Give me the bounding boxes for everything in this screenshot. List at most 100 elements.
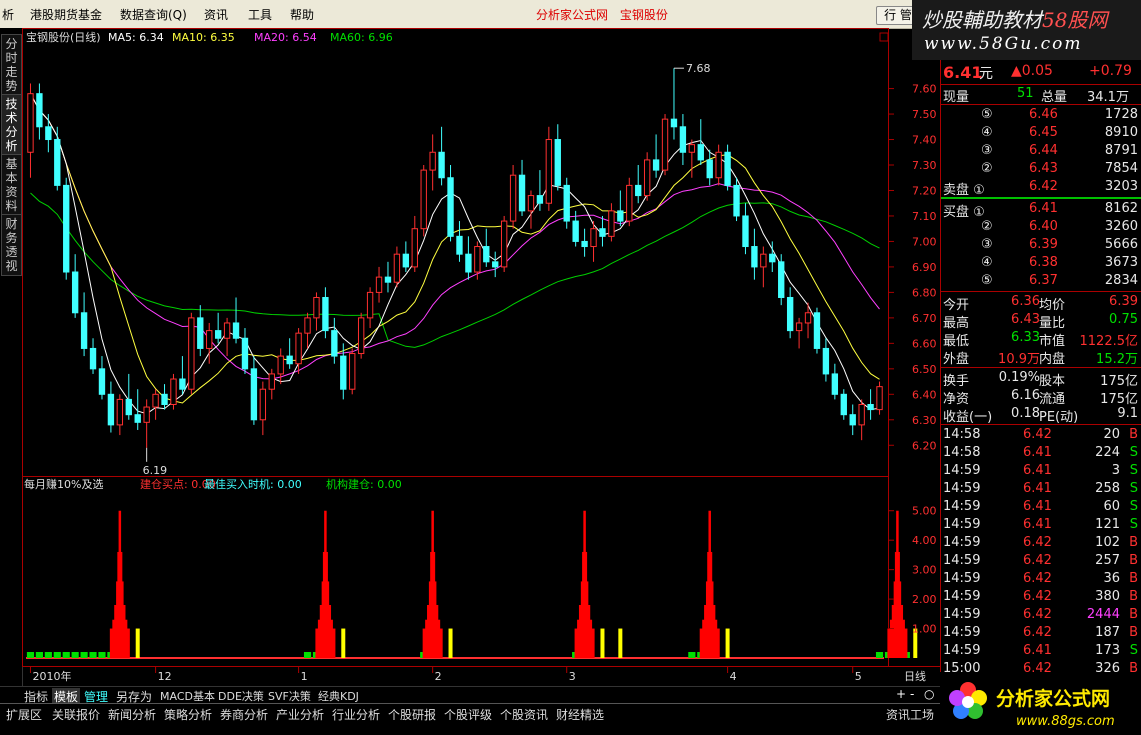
tick-row: 14:59 6.41 60 S xyxy=(941,498,1141,516)
zoom-in-button[interactable]: + xyxy=(896,687,906,701)
menu-item-hk-futures[interactable]: 港股期货基金 xyxy=(30,6,102,23)
menu-item-tools[interactable]: 工具 xyxy=(248,6,272,23)
bid-volume: 8162 xyxy=(1104,201,1138,216)
candle-body xyxy=(161,393,168,405)
tab-intraday[interactable]: 分时走势 xyxy=(1,34,22,96)
candle-body xyxy=(751,246,758,268)
tick-row: 14:59 6.42 36 B xyxy=(941,570,1141,588)
candle-body xyxy=(197,317,204,349)
tick-time: 14:59 xyxy=(943,463,981,478)
tick-price: 6.42 xyxy=(1023,553,1052,568)
bid-volume: 3260 xyxy=(1104,219,1138,234)
bid-price: 6.40 xyxy=(1029,219,1058,234)
candle-body xyxy=(518,174,526,212)
best-buy-bar xyxy=(135,628,140,658)
nav-strategy[interactable]: 策略分析 xyxy=(164,706,212,723)
price-tick-label: 6.40 xyxy=(912,388,937,401)
nav-stock-news[interactable]: 个股资讯 xyxy=(500,706,548,723)
tab-technical[interactable]: 技术分析 xyxy=(1,94,22,156)
tab-dde[interactable]: DDE决策 xyxy=(218,688,264,704)
ask-level: 卖盘 ① xyxy=(943,183,985,198)
date-tick-label: 2010年 xyxy=(32,669,71,683)
price-tick-label: 6.60 xyxy=(912,337,937,350)
stat-row: 净资 6.16 流通 175亿 xyxy=(941,387,1141,407)
institution-block xyxy=(303,652,312,658)
ask-level: ③ xyxy=(981,143,993,158)
tab-kdj[interactable]: 经典KDJ xyxy=(318,688,359,704)
link-fxj-formula[interactable]: 分析家公式网 xyxy=(536,8,608,22)
indicator-tick-label: 2.00 xyxy=(912,593,937,606)
tick-row: 14:59 6.42 257 B xyxy=(941,552,1141,570)
menu-item-help[interactable]: 帮助 xyxy=(290,6,314,23)
stat-row: 外盘 10.9万 内盘 15.2万 xyxy=(941,347,1141,367)
stat-value: 15.2万 xyxy=(1096,352,1138,367)
tick-volume: 36 xyxy=(1103,571,1120,586)
tick-volume: 20 xyxy=(1103,427,1120,442)
candle-body xyxy=(223,322,231,339)
tick-price: 6.41 xyxy=(1023,517,1052,532)
tick-volume: 187 xyxy=(1095,625,1120,640)
tick-volume: 173 xyxy=(1095,643,1120,658)
kline-chart[interactable]: 7.60 7.50 7.40 7.30 7.20 7.10 7.00 6.90 6.80 6.70… xyxy=(22,28,940,686)
tick-time: 14:59 xyxy=(943,625,981,640)
nav-industry-chain[interactable]: 产业分析 xyxy=(276,706,324,723)
candle-body xyxy=(98,368,106,395)
bottom-strip xyxy=(0,723,940,735)
tab-financials[interactable]: 财务透视 xyxy=(1,214,22,276)
nav-info-workshop[interactable]: 资讯工场 xyxy=(886,706,934,723)
chart-area[interactable]: 7.60 7.50 7.40 7.30 7.20 7.10 7.00 6.90 6.80 6.70… xyxy=(22,28,940,688)
bid-row: ③ 6.39 5666 xyxy=(941,236,1141,254)
candle-body xyxy=(778,261,785,298)
price-unit: 元 xyxy=(979,66,993,82)
indicator-best-buy: 最佳买入时机: 0.00 xyxy=(204,477,302,491)
candle-body xyxy=(545,139,553,204)
tab-fundamentals[interactable]: 基本资料 xyxy=(1,154,22,216)
tab-macd[interactable]: MACD基本 xyxy=(160,688,215,704)
nav-sector[interactable]: 行业分析 xyxy=(332,706,380,723)
candle-body xyxy=(107,393,115,426)
ask-price: 6.46 xyxy=(1029,107,1058,122)
nav-broker[interactable]: 券商分析 xyxy=(220,706,268,723)
tick-time: 14:59 xyxy=(943,607,981,622)
logo-area: 分析家公式网 www.88gs.com xyxy=(940,672,1141,735)
candle-body xyxy=(375,276,383,293)
bid-row: ② 6.40 3260 xyxy=(941,218,1141,236)
menu-item-data-query[interactable]: 数据查询(Q) xyxy=(120,6,187,23)
tick-row: 14:59 6.42 2444 B xyxy=(941,606,1141,624)
buy-signal-bar xyxy=(896,510,899,658)
period-label[interactable]: 日线 xyxy=(904,669,926,683)
ask-price: 6.43 xyxy=(1029,161,1058,176)
indicator-name: 每月赚10%及选 xyxy=(24,477,103,491)
candle-body xyxy=(822,347,830,375)
menu-item-analysis[interactable]: 析 xyxy=(2,6,14,23)
nav-related[interactable]: 关联报价 xyxy=(52,706,100,723)
candle-body xyxy=(304,317,311,334)
menu-item-news[interactable]: 资讯 xyxy=(204,6,228,23)
nav-finance[interactable]: 财经精选 xyxy=(556,706,604,723)
price-tick-label: 6.80 xyxy=(912,286,937,299)
link-stock-name[interactable]: 宝钢股份 xyxy=(620,8,668,22)
buy-signal-bar xyxy=(118,510,122,658)
low-annotation: 6.19 xyxy=(143,464,168,477)
chart-maximize-box[interactable] xyxy=(879,32,889,42)
nav-rating[interactable]: 个股评级 xyxy=(444,706,492,723)
tick-price: 6.42 xyxy=(1023,571,1052,586)
candle-body xyxy=(80,312,88,349)
stat-value: 9.1 xyxy=(1117,406,1138,421)
tick-price: 6.42 xyxy=(1023,535,1052,550)
zoom-reset-button[interactable]: ○ xyxy=(924,687,934,701)
bid-price: 6.38 xyxy=(1029,255,1058,270)
tick-price: 6.41 xyxy=(1023,481,1052,496)
candle-body xyxy=(804,312,812,324)
nav-report[interactable]: 个股研报 xyxy=(388,706,436,723)
candle-body xyxy=(206,330,213,349)
zoom-out-button[interactable]: - xyxy=(910,687,914,701)
tab-svf[interactable]: SVF决策 xyxy=(268,688,311,704)
nav-ext[interactable]: 扩展区 xyxy=(6,706,42,723)
candle-body xyxy=(188,317,195,390)
candle-body xyxy=(795,322,803,332)
nav-news[interactable]: 新闻分析 xyxy=(108,706,156,723)
bid-row: ⑤ 6.37 2834 xyxy=(941,272,1141,290)
candle-body xyxy=(527,195,535,212)
candle-body xyxy=(492,261,499,268)
